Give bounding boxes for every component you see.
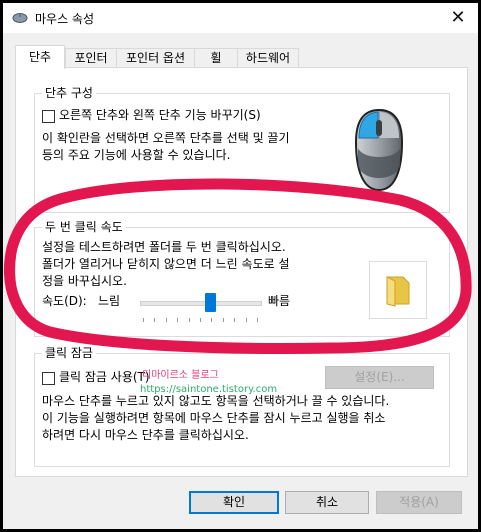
slider-thumb[interactable] [204,293,216,312]
double-click-desc-2: 폴더가 열리거나 닫히지 않으면 더 느린 속도로 설 [42,257,290,271]
click-lock-settings-button[interactable]: 설정(E)... [325,366,434,389]
close-button[interactable]: ✕ [444,5,472,31]
slow-label: 느림 [98,294,121,308]
slider-tick [234,318,236,322]
slider-tick [188,318,190,322]
slider-tick [257,318,258,322]
button-config-desc-2: 등의 주요 기능에 사용할 수 있습니다. [42,148,231,162]
speed-label: 속도(D): [42,294,87,308]
watermark-url: https://saintone.tistory.com [140,384,278,395]
double-click-title: 두 번 클릭 속도 [42,219,126,235]
folder-icon[interactable] [381,273,415,307]
title-bar: 마우스 속성 ✕ [3,3,478,33]
test-folder-box[interactable] [369,261,427,319]
slider-tick [165,318,167,322]
switch-buttons-label[interactable]: 오른쪽 단추와 왼쪽 단추 기능 바꾸기(S) [59,107,261,123]
close-icon: ✕ [450,7,466,28]
double-click-desc-3: 정을 바꾸십시오. [42,274,127,288]
slider-tick [222,318,224,322]
slider-tick [154,318,156,322]
tab-buttons[interactable]: 단추 [15,45,65,69]
switch-buttons-checkbox[interactable] [42,110,55,123]
cancel-button[interactable]: 취소 [285,491,369,514]
slider-track[interactable] [140,301,262,306]
tab-hardware[interactable]: 하드웨어 [237,48,299,68]
slider-tick [245,318,247,322]
mouse-properties-window: 마우스 속성 ✕ 단추 포인터 포인터 옵션 휠 하드웨어 단추 구성 오른쪽 … [3,3,478,529]
fast-label: 빠름 [268,294,291,308]
apply-button[interactable]: 적용(A) [376,491,462,514]
watermark-blog-name: 티마이르소 블로그 [142,370,219,381]
double-click-desc-1: 설정을 테스트하려면 폴더를 두 번 클릭하십시오. [42,240,286,254]
click-lock-desc-1: 마우스 단추를 누르고 있지 않고도 항목을 선택하거나 끌 수 있습니다. [42,394,390,408]
slider-tick [200,318,201,322]
slider-tick [211,318,213,322]
click-lock-label[interactable]: 클릭 잠금 사용(T) [59,369,150,385]
tab-page-buttons: 단추 구성 오른쪽 단추와 왼쪽 단추 기능 바꾸기(S) 이 확인란을 선택하… [15,67,468,477]
click-lock-desc-3: 하려면 다시 마우스 단추를 클릭하십시오. [42,428,249,442]
button-config-desc-1: 이 확인란을 선택하면 오른쪽 단추를 선택 및 끌기 [42,131,290,145]
click-lock-title: 클릭 잠금 [42,345,96,361]
mouse-settings-icon [12,13,28,23]
click-lock-checkbox[interactable] [42,372,55,385]
ok-button[interactable]: 확인 [189,491,279,514]
tab-wheel[interactable]: 휠 [194,48,238,68]
button-config-title: 단추 구성 [42,85,96,101]
tab-pointer-options[interactable]: 포인터 옵션 [116,48,195,68]
mouse-icon [354,108,404,192]
click-lock-desc-2: 이 기능을 실행하려면 항목에 마우스 단추를 잠시 누르고 실행을 취소 [42,411,386,425]
slider-tick [143,318,144,322]
window-title: 마우스 속성 [35,12,95,26]
tab-pointers[interactable]: 포인터 [65,48,117,68]
slider-tick [177,318,179,322]
